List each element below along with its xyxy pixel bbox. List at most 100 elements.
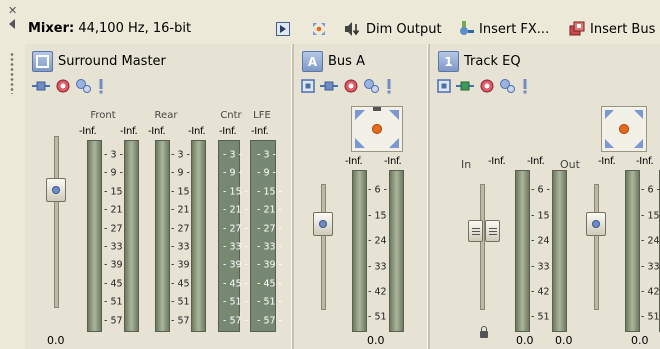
dim-output-label: Dim Output: [366, 21, 442, 37]
surround-gain-value[interactable]: 0.0: [47, 334, 65, 347]
track-eq-badge[interactable]: 1: [438, 51, 459, 72]
fx-gear-icon[interactable]: [479, 78, 495, 94]
surround-master-fader[interactable]: [46, 178, 66, 202]
meter-scale-tick: - 57 -: [257, 315, 282, 327]
peak-front-left: -Inf.: [79, 126, 97, 137]
meter-scale-tick: - 15 -: [223, 186, 248, 198]
meter-scale-tick: - 6 -: [531, 184, 550, 196]
bus-assign-icon[interactable]: [301, 79, 315, 93]
meter-scale-tick: - 3 -: [223, 149, 242, 161]
bus-a-fader[interactable]: [313, 212, 333, 236]
routing-icon[interactable]: [319, 80, 339, 92]
bus-a-surround-panner[interactable]: [351, 106, 403, 152]
peak-track-in-right: -Inf.: [527, 156, 545, 167]
track-eq-name: Track EQ: [464, 54, 521, 69]
channel-label-rear: Rear: [154, 110, 178, 121]
meter-scale-tick: - 21 -: [223, 204, 248, 216]
meter-scale-tick: - 51 -: [641, 311, 660, 323]
insert-fx-label: Insert FX...: [479, 21, 550, 37]
peak-bus-a-right: -Inf.: [384, 156, 402, 167]
settings-icon[interactable]: [363, 78, 381, 94]
meter-scale-tick: - 27 -: [257, 223, 282, 235]
mixer-view-button[interactable]: [275, 18, 291, 40]
lock-icon[interactable]: [480, 326, 488, 338]
surround-fx-row: [31, 78, 105, 94]
mixer-format: 44,100 Hz, 16-bit: [78, 21, 192, 36]
mixer-title-label: Mixer:: [28, 21, 75, 36]
insert-bus-icon: [569, 21, 585, 36]
input-fader-right-handle[interactable]: [485, 220, 500, 242]
panner-position-dot[interactable]: [372, 124, 382, 134]
meter-scale-tick: - 9 -: [223, 167, 242, 179]
peak-track-in-left: -Inf.: [488, 156, 506, 167]
meter-scale-tick: - 21 -: [257, 204, 282, 216]
bus-a-fx-row: [301, 78, 393, 94]
meter-scale-tick: - 15 -: [641, 210, 660, 222]
peak-rear-left: -Inf.: [148, 126, 166, 137]
peak-bus-a-left: -Inf.: [345, 156, 363, 167]
alert-icon[interactable]: [521, 78, 529, 94]
meter-scale-front: - 3 -- 9 -- 15 -- 21 -- 27 -- 33 -- 39 -…: [104, 140, 129, 330]
speaker-down-icon: [345, 22, 360, 36]
track-eq-gain-value[interactable]: 0.0: [555, 334, 573, 347]
routing-icon[interactable]: [455, 80, 475, 92]
meter-scale-tick: - 42 -: [641, 286, 660, 298]
meter-track-out-left: [625, 170, 640, 332]
meter-scale-tick: - 51 -: [257, 296, 282, 308]
meter-scale-track-in: - 6 -- 15 -- 24 -- 33 -- 42 -- 51 -: [531, 170, 556, 330]
bus-a-fader-track: [321, 184, 326, 310]
panner-position-dot[interactable]: [619, 124, 629, 134]
meter-scale-tick: - 39 -: [223, 259, 248, 271]
alert-icon[interactable]: [385, 78, 393, 94]
meter-track-in-left: [515, 170, 530, 332]
meter-scale-tick: - 9 -: [171, 167, 190, 179]
output-gain-fader[interactable]: [586, 212, 606, 236]
collapse-arrow-icon[interactable]: [9, 19, 15, 29]
track-eq-strip: 1 Track EQ In Out -Inf. -Inf. -Inf. -Inf…: [431, 44, 660, 349]
bus-a-name: Bus A: [328, 54, 365, 69]
surround-master-icon[interactable]: [32, 51, 53, 72]
bus-a-gain-value[interactable]: 0.0: [367, 334, 385, 347]
mixer-toolbar: Mixer: 44,100 Hz, 16-bit Dim Output Inse…: [25, 14, 660, 44]
track-out-gain-value[interactable]: 0.0: [631, 334, 649, 347]
input-fader-left-handle[interactable]: [468, 220, 483, 242]
settings-icon[interactable]: [499, 78, 517, 94]
insert-bus-button[interactable]: Insert Bus: [568, 18, 655, 40]
bus-assign-icon[interactable]: [437, 79, 451, 93]
fx-gear-icon[interactable]: [55, 78, 71, 94]
bus-a-badge[interactable]: A: [302, 51, 323, 72]
alert-icon[interactable]: [97, 78, 105, 94]
settings-icon[interactable]: [75, 78, 93, 94]
meter-scale-tick: - 51 -: [223, 296, 248, 308]
meter-scale-tick: - 33 -: [223, 241, 248, 253]
track-eq-surround-panner[interactable]: [601, 106, 647, 152]
meter-front-left: [87, 140, 102, 332]
input-fader-track: [480, 184, 485, 310]
surround-master-name: Surround Master: [58, 54, 166, 69]
routing-icon[interactable]: [31, 80, 51, 92]
window-side-strip: ✕: [0, 0, 25, 349]
meter-scale-tick: - 3 -: [104, 149, 123, 161]
dim-output-button[interactable]: Dim Output: [344, 18, 442, 40]
track-eq-header[interactable]: 1 Track EQ: [438, 51, 521, 72]
track-in-gain-value[interactable]: 0.0: [516, 334, 534, 347]
insert-fx-icon: [460, 21, 474, 35]
meter-scale-tick: - 33 -: [257, 241, 282, 253]
bus-a-header[interactable]: A Bus A: [302, 51, 365, 72]
meter-scale-tick: - 27 -: [223, 223, 248, 235]
meter-scale-tick: - 3 -: [171, 149, 190, 161]
peak-center: -Inf.: [219, 126, 237, 137]
input-gain-fader[interactable]: [468, 220, 500, 242]
insert-fx-button[interactable]: Insert FX...: [457, 18, 549, 40]
meter-bus-a-left: [352, 170, 367, 332]
surround-master-header[interactable]: Surround Master: [32, 51, 166, 72]
meter-bus-a-right: [389, 170, 404, 332]
close-icon[interactable]: ✕: [8, 4, 17, 17]
meter-scale-lfe: - 3 - - 9 - - 15 - - 21 - - 27 - - 33 - - 39 -…: [257, 140, 282, 330]
peak-lfe: -Inf.: [251, 126, 269, 137]
fx-gear-icon[interactable]: [343, 78, 359, 94]
peak-track-out-right: -Inf.: [636, 156, 654, 167]
drag-grip-icon[interactable]: [10, 52, 14, 94]
downmix-button[interactable]: [311, 18, 327, 40]
strip-divider: [427, 44, 430, 349]
